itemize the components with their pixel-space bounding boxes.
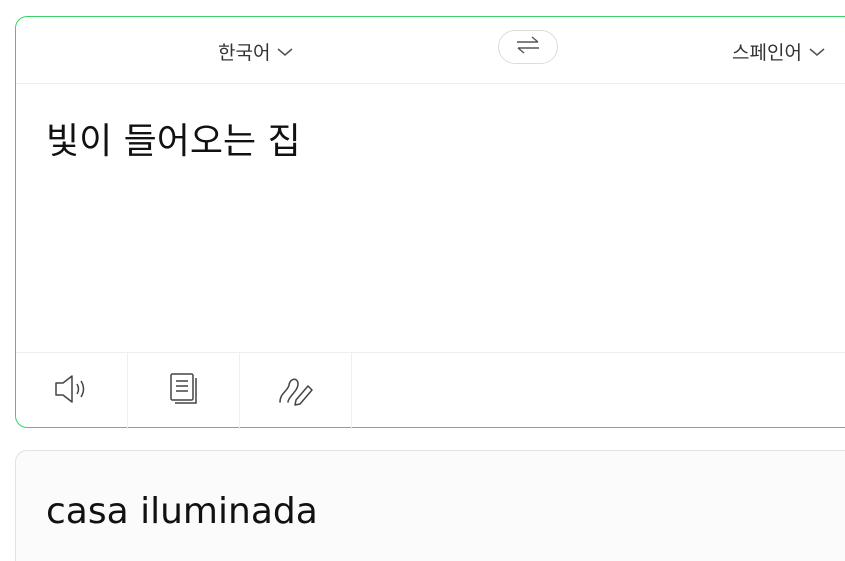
swap-languages-button[interactable] — [498, 30, 558, 64]
translator-page: 한국어 스페인어 빛이 들어오는 집 casa iluminada — [0, 0, 845, 561]
speaker-icon — [52, 371, 92, 411]
source-language-select[interactable]: 한국어 — [218, 38, 294, 65]
source-toolbar — [16, 352, 845, 429]
chevron-down-icon — [276, 46, 294, 58]
language-bar: 한국어 스페인어 — [16, 17, 845, 84]
result-panel: casa iluminada — [15, 450, 845, 561]
copy-button[interactable] — [128, 353, 240, 429]
swap-arrows-icon — [514, 34, 542, 60]
target-language-label: 스페인어 — [732, 42, 802, 64]
translation-result-text: casa iluminada — [46, 491, 318, 532]
handwriting-pen-icon — [276, 371, 316, 411]
source-panel: 한국어 스페인어 빛이 들어오는 집 — [15, 16, 845, 429]
listen-button[interactable] — [16, 353, 128, 429]
chevron-down-icon — [808, 46, 826, 58]
handwriting-button[interactable] — [240, 353, 352, 429]
copy-document-icon — [167, 371, 201, 411]
source-language-label: 한국어 — [218, 42, 271, 64]
source-text-input[interactable]: 빛이 들어오는 집 — [46, 119, 301, 165]
target-language-select[interactable]: 스페인어 — [732, 38, 826, 65]
